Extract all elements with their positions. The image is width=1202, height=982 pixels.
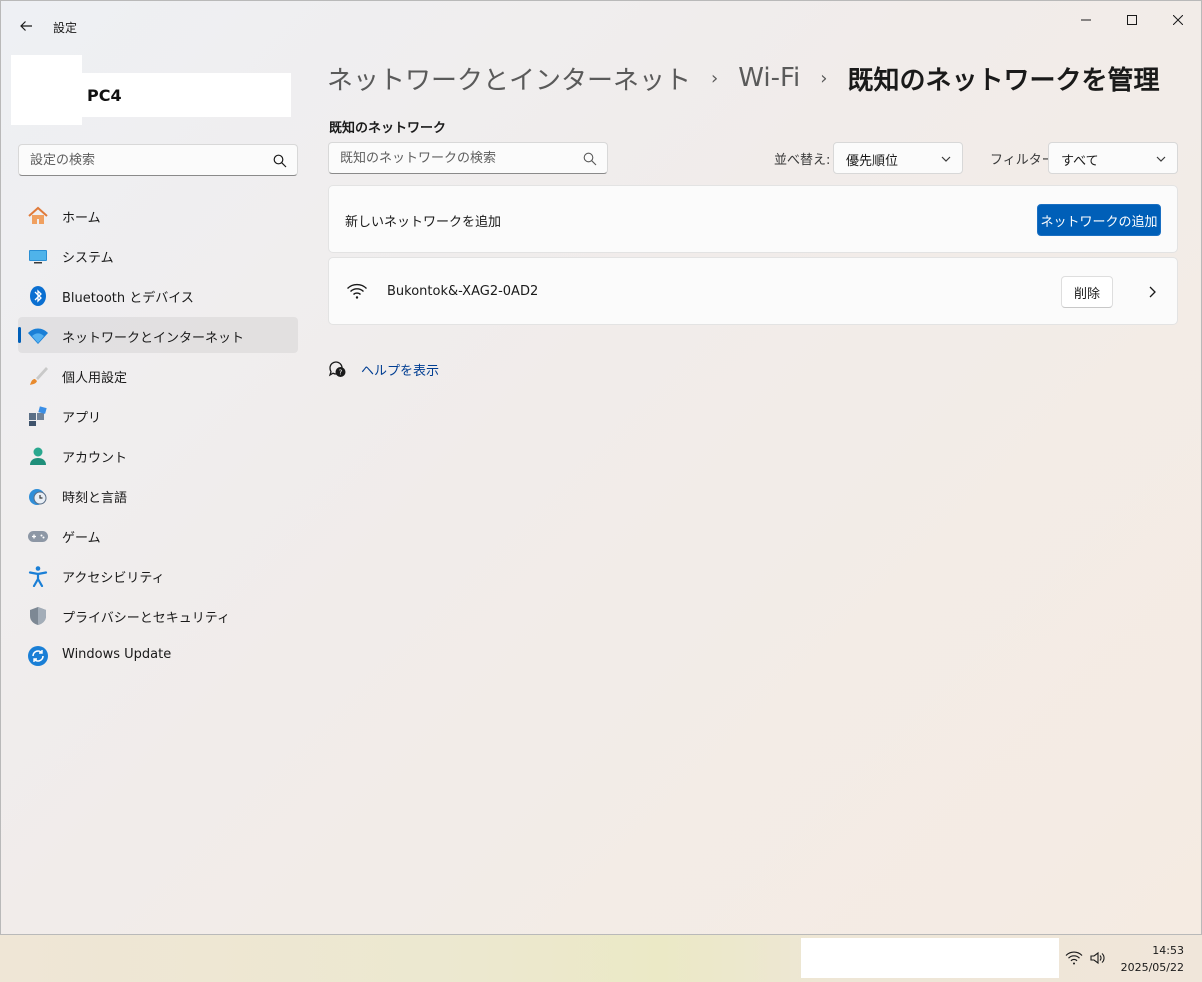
back-arrow-icon xyxy=(20,21,32,31)
add-network-button[interactable]: ネットワークの追加 xyxy=(1037,204,1161,236)
svg-text:?: ? xyxy=(339,369,343,377)
sidebar-item-label: アプリ xyxy=(62,411,102,426)
back-button[interactable] xyxy=(15,15,37,37)
section-title: 既知のネットワーク xyxy=(329,121,447,136)
minimize-button[interactable] xyxy=(1063,7,1109,33)
sidebar-item-system[interactable]: システム xyxy=(18,237,298,273)
help-row: ? ヘルプを表示 xyxy=(327,358,439,380)
apps-icon xyxy=(27,405,49,427)
sidebar-item-label: ホーム xyxy=(62,211,101,226)
volume-icon[interactable] xyxy=(1089,950,1105,966)
filter-dropdown[interactable]: すべて xyxy=(1048,142,1178,174)
sidebar-item-time-language[interactable]: 時刻と言語 xyxy=(18,477,298,513)
taskbar-date[interactable]: 2025/05/22 xyxy=(1121,961,1184,974)
chevron-down-icon xyxy=(1156,156,1166,162)
taskbar-redacted-area xyxy=(801,938,1059,978)
sort-dropdown[interactable]: 優先順位 xyxy=(833,142,963,174)
list-item[interactable]: Bukontok&-XAG2-0AD2 削除 xyxy=(328,257,1178,325)
taskbar-time[interactable]: 14:53 xyxy=(1152,944,1184,957)
bluetooth-icon xyxy=(27,285,49,307)
add-network-card: 新しいネットワークを追加 ネットワークの追加 xyxy=(328,185,1178,253)
paintbrush-icon xyxy=(27,365,49,387)
taskbar: 14:53 2025/05/22 xyxy=(0,935,1202,982)
avatar xyxy=(11,55,82,125)
minimize-icon xyxy=(1081,19,1091,21)
sort-label: 並べ替え: xyxy=(774,153,831,168)
search-icon[interactable] xyxy=(583,152,597,166)
shield-icon xyxy=(27,605,49,627)
time-language-icon xyxy=(27,485,49,507)
selection-indicator xyxy=(18,327,21,343)
sidebar-item-label: システム xyxy=(62,251,114,266)
sidebar-nav: ホーム システム Bluetooth とデバイス ネットワークとインターネット xyxy=(18,197,298,677)
settings-window: 設定 PC4 ホーム xyxy=(0,0,1202,935)
account-name: PC4 xyxy=(87,86,122,105)
wifi-icon[interactable] xyxy=(1065,950,1083,966)
sidebar-item-label: Bluetooth とデバイス xyxy=(62,291,194,306)
title-bar: 設定 xyxy=(1,1,1201,51)
page-title: 既知のネットワークを管理 xyxy=(847,65,1160,96)
filter-value: すべて xyxy=(1061,154,1099,169)
settings-search-input[interactable] xyxy=(19,145,297,175)
search-icon[interactable] xyxy=(273,154,287,168)
gamepad-icon xyxy=(27,525,49,547)
sidebar-item-label: 個人用設定 xyxy=(62,371,128,386)
close-icon xyxy=(1173,15,1183,25)
chevron-right-icon[interactable] xyxy=(1145,285,1159,299)
chevron-down-icon xyxy=(941,156,951,162)
account-icon xyxy=(27,445,49,467)
breadcrumb-network[interactable]: ネットワークとインターネット xyxy=(327,60,691,97)
sort-value: 優先順位 xyxy=(846,154,899,169)
accessibility-icon xyxy=(27,565,49,587)
help-link[interactable]: ヘルプを表示 xyxy=(361,360,439,379)
wifi-icon xyxy=(347,283,367,299)
account-block[interactable]: PC4 xyxy=(11,55,291,125)
sidebar-item-bluetooth[interactable]: Bluetooth とデバイス xyxy=(18,277,298,313)
sidebar-item-label: ネットワークとインターネット xyxy=(62,331,245,346)
settings-search-box[interactable] xyxy=(18,144,298,176)
breadcrumb-wifi[interactable]: Wi-Fi xyxy=(738,63,800,93)
sidebar-item-label: アクセシビリティ xyxy=(62,571,165,586)
sidebar-item-label: 時刻と言語 xyxy=(62,491,128,506)
network-icon xyxy=(27,325,49,347)
sidebar-item-personalization[interactable]: 個人用設定 xyxy=(18,357,298,393)
sidebar-item-label: ゲーム xyxy=(62,531,101,546)
close-button[interactable] xyxy=(1155,7,1201,33)
home-icon xyxy=(27,205,49,227)
sidebar-item-apps[interactable]: アプリ xyxy=(18,397,298,433)
known-network-search-box[interactable] xyxy=(328,142,608,174)
add-network-label: 新しいネットワークを追加 xyxy=(345,215,502,230)
maximize-button[interactable] xyxy=(1109,7,1155,33)
delete-network-button[interactable]: 削除 xyxy=(1061,276,1113,308)
sidebar-item-home[interactable]: ホーム xyxy=(18,197,298,233)
sidebar-item-network[interactable]: ネットワークとインターネット xyxy=(18,317,298,353)
sidebar-item-accounts[interactable]: アカウント xyxy=(18,437,298,473)
sidebar-item-windows-update[interactable]: Windows Update xyxy=(18,637,298,673)
sidebar-item-privacy[interactable]: プライバシーとセキュリティ xyxy=(18,597,298,633)
help-icon: ? xyxy=(328,361,346,377)
system-icon xyxy=(27,245,49,267)
sidebar-item-label: アカウント xyxy=(62,451,128,466)
windows-update-icon xyxy=(27,645,49,667)
breadcrumb: ネットワークとインターネット › Wi-Fi › 既知のネットワークを管理 xyxy=(327,58,1159,98)
window-title: 設定 xyxy=(53,21,78,35)
sidebar-item-label: プライバシーとセキュリティ xyxy=(62,611,230,626)
sidebar-item-gaming[interactable]: ゲーム xyxy=(18,517,298,553)
sidebar-item-label: Windows Update xyxy=(62,647,172,662)
network-name: Bukontok&-XAG2-0AD2 xyxy=(387,284,539,299)
sidebar-item-accessibility[interactable]: アクセシビリティ xyxy=(18,557,298,593)
breadcrumb-separator: › xyxy=(820,67,828,89)
known-network-search-input[interactable] xyxy=(329,143,607,173)
maximize-icon xyxy=(1127,15,1137,25)
breadcrumb-separator: › xyxy=(711,67,719,89)
